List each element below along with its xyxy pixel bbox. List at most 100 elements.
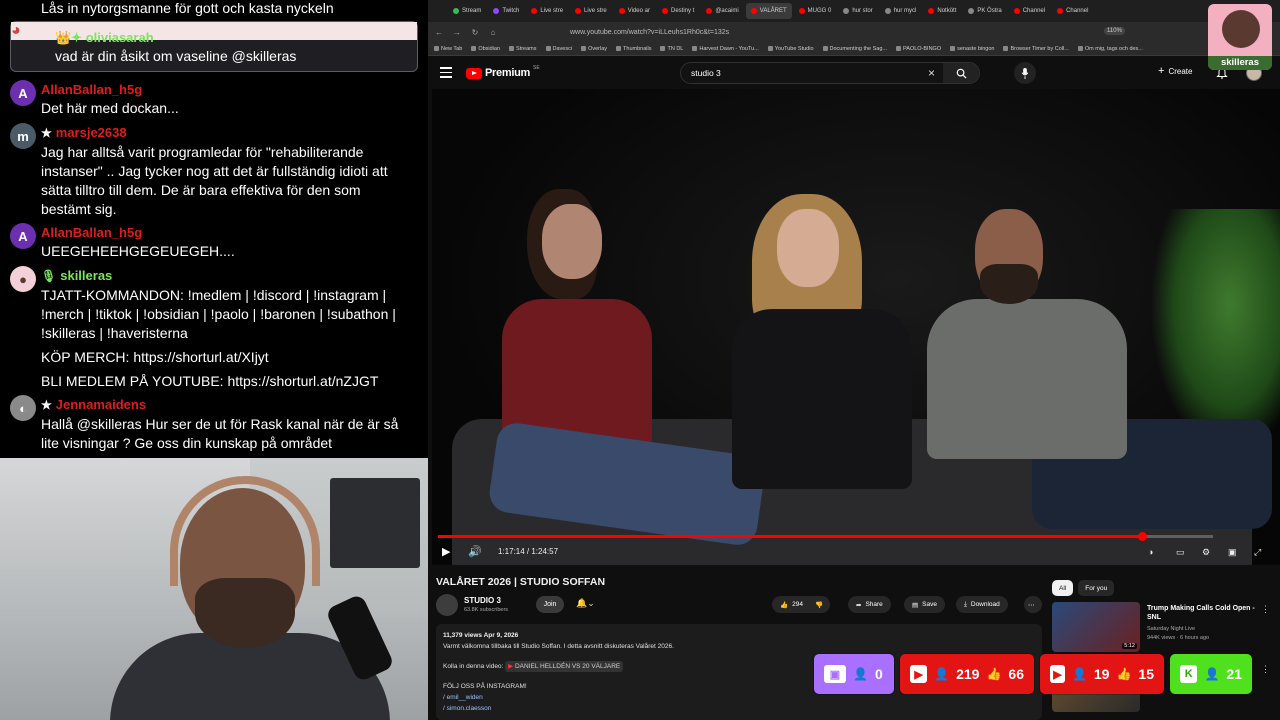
tab-favicon-icon — [493, 8, 500, 14]
forward-icon[interactable]: → — [450, 28, 464, 37]
channel-name[interactable]: STUDIO 3 — [464, 596, 501, 605]
chat-message-text: lite visningar ? Ge oss din kunskap på o… — [41, 435, 333, 451]
bookmark-item[interactable]: TN DL — [660, 46, 683, 52]
settings-icon[interactable]: ⚙ — [1202, 547, 1210, 558]
browser-tab[interactable]: Video ar — [614, 3, 655, 19]
youtube-play-icon — [466, 67, 482, 79]
bookmark-label: Om mig, tags och des... — [1084, 45, 1143, 52]
more-actions-button[interactable]: ⋯ — [1024, 596, 1042, 613]
browser-tab[interactable]: VALÅRET — [745, 3, 792, 19]
bookmark-icon — [509, 46, 515, 51]
browser-tab[interactable]: Live stre — [526, 3, 568, 19]
youtube-logo[interactable]: Premium SE — [466, 65, 540, 79]
bookmark-item[interactable]: Thumbnails — [616, 46, 651, 52]
search-input[interactable]: studio 3 — [691, 68, 721, 78]
video-thumbnail[interactable]: 5:12 — [1052, 602, 1140, 652]
bookmark-item[interactable]: Om mig, tags och des... — [1077, 45, 1143, 52]
bookmark-item[interactable]: Streams — [509, 46, 537, 52]
channel-avatar[interactable] — [436, 594, 458, 616]
browser-tab[interactable]: Channel — [1009, 3, 1050, 19]
bookmark-label: PAOLO-BINGO — [903, 45, 942, 52]
miniplayer-icon[interactable]: ▣ — [1228, 547, 1237, 558]
chat-username[interactable]: AllanBallan_h5g — [41, 223, 420, 242]
autoplay-toggle-icon[interactable]: ◑ — [1148, 547, 1153, 557]
thumbs-down-icon[interactable]: 👎 — [815, 601, 823, 609]
bookmark-item[interactable]: senaste bingon — [950, 46, 994, 52]
bookmark-icon — [1003, 46, 1009, 51]
viewer-count: 19 — [1093, 666, 1110, 682]
chat-username[interactable]: AllanBallan_h5g — [41, 80, 420, 99]
browser-tab[interactable]: Notkött — [923, 3, 961, 19]
browser-tab[interactable]: PK Östra — [963, 3, 1006, 19]
bookmark-icon — [545, 46, 551, 51]
captions-icon[interactable]: ▭ — [1176, 547, 1185, 558]
address-input[interactable]: www.youtube.com/watch?v=iLLeuhs1Rh0c&t=1… — [570, 29, 729, 36]
tab-favicon-icon — [706, 8, 713, 14]
more-vertical-icon[interactable]: ⋮ — [1261, 604, 1270, 615]
share-button[interactable]: ➦ Share — [848, 596, 891, 613]
chat-username[interactable]: 👑✦ oliviasarah — [55, 30, 154, 46]
like-button[interactable]: 👍 294 👎 — [772, 596, 830, 613]
username-text: oliviasarah — [85, 30, 154, 45]
avatar: m — [10, 123, 36, 149]
fullscreen-icon[interactable]: ⤢ — [1254, 547, 1261, 558]
tab-favicon-icon — [618, 8, 625, 14]
play-icon[interactable]: ▶ — [442, 545, 450, 558]
join-button[interactable]: Join — [536, 596, 564, 613]
voice-search-button[interactable] — [1014, 62, 1036, 84]
instagram-link[interactable]: / simon.claesson — [443, 703, 1035, 714]
bookmark-item[interactable]: Browser Timer by Coll... — [1003, 46, 1069, 52]
download-label: Download — [970, 601, 1000, 608]
create-button[interactable]: + Create — [1158, 65, 1192, 77]
browser-tab[interactable]: Stream — [448, 3, 486, 19]
chat-message: ● 🎙 skilleras TJATT-KOMMANDON: !medlem | … — [10, 266, 420, 391]
browser-tab[interactable]: Live stre — [570, 3, 612, 19]
bookmark-item[interactable]: Davesci — [545, 45, 573, 52]
bookmark-item[interactable]: Documenting the Sag... — [822, 46, 887, 52]
chip-all[interactable]: All — [1052, 580, 1074, 596]
menu-icon[interactable] — [440, 67, 452, 81]
search-button[interactable] — [943, 63, 979, 83]
bookmark-label: Davesci — [552, 45, 573, 52]
browser-tab[interactable]: Destiny t — [657, 3, 699, 19]
save-button[interactable]: ▤ Save — [904, 596, 945, 613]
tab-label: hur stor — [852, 8, 873, 14]
microphone-icon — [1021, 67, 1029, 79]
chat-username[interactable]: skilleras — [60, 268, 112, 283]
more-vertical-icon[interactable]: ⋮ — [1261, 664, 1270, 675]
chip-for-you[interactable]: For you — [1078, 580, 1115, 596]
download-button[interactable]: ⤓ Download — [956, 596, 1008, 613]
browser-tab[interactable]: hur mycl — [880, 3, 922, 19]
recommended-video[interactable]: 5:12 Trump Making Calls Cold Open - SNL … — [1052, 602, 1280, 654]
description-text: Varmt välkomna tillbaka till Studio Soff… — [443, 643, 674, 650]
bookmark-item[interactable]: Overlay — [581, 46, 607, 52]
bookmark-item[interactable]: YouTube Studio — [767, 46, 814, 52]
reload-icon[interactable]: ↻ — [468, 28, 482, 37]
browser-tab[interactable]: Channel — [1052, 3, 1093, 19]
browser-tab[interactable]: hur stor — [838, 3, 877, 19]
home-icon[interactable]: ⌂ — [486, 28, 500, 37]
chat-username[interactable]: marsje2638 — [56, 125, 127, 140]
browser-tab[interactable]: Twitch — [488, 3, 524, 19]
youtube-viewer-counter: ▶ 👤 19 👍 15 — [1040, 654, 1164, 694]
tab-bar: Stream Twitch Live stre Live stre Video ar De… — [428, 0, 1280, 22]
video-player[interactable]: ▶ 🔊 1:17:14 / 1:24:57 ◑ ▭ ⚙ ▣ ⤢ — [432, 89, 1280, 565]
subscribe-bell-icon[interactable]: 🔔⌄ — [576, 598, 595, 609]
volume-icon[interactable]: 🔊 — [468, 545, 482, 558]
linked-video-title: DANIEL HELLDÉN VS 20 VÄLJARE — [514, 663, 621, 670]
bookmark-item[interactable]: Obsidian — [471, 46, 500, 52]
chat-username[interactable]: Jennamaidens — [56, 397, 146, 412]
zoom-indicator[interactable]: 110% — [1104, 27, 1125, 35]
bookmark-item[interactable]: Harvest Dawn - YouTu... — [692, 46, 759, 52]
save-label: Save — [922, 601, 937, 608]
bookmark-item[interactable]: New Tab — [434, 46, 462, 52]
background-monitor — [330, 478, 420, 568]
browser-tab[interactable]: MUGG 0 — [794, 3, 837, 19]
video-progress-bar[interactable] — [438, 532, 1213, 541]
browser-tab[interactable]: @acaimi — [701, 3, 743, 19]
clear-search-icon[interactable]: × — [928, 66, 935, 80]
url-bar: ← → ↻ ⌂ www.youtube.com/watch?v=iLLeuhs1… — [428, 22, 1280, 42]
back-icon[interactable]: ← — [432, 28, 446, 37]
bookmark-item[interactable]: PAOLO-BINGO — [896, 46, 941, 52]
linked-video-chip[interactable]: ▶ DANIEL HELLDÉN VS 20 VÄLJARE — [505, 661, 624, 672]
